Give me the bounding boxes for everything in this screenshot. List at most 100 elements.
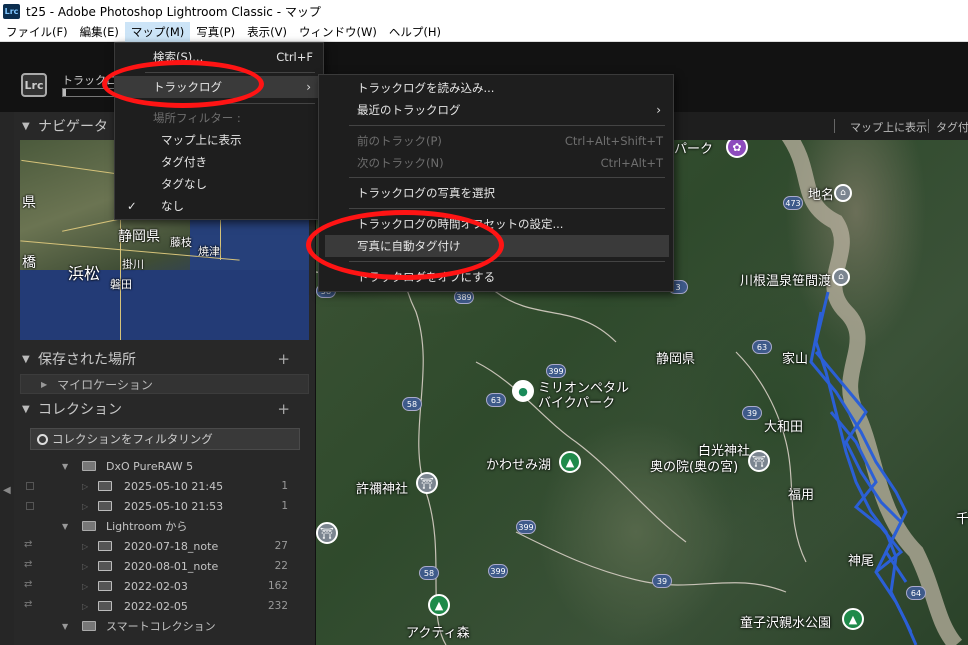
map-label-chi: 千 (956, 512, 968, 527)
park-icon[interactable]: ▲ (559, 451, 581, 473)
collection-row[interactable]: ▷ 2025-05-10 21:45 1 (20, 476, 302, 496)
collection-set-row[interactable]: ▼ DxO PureRAW 5 (20, 456, 302, 476)
menu-item-filter-untagged[interactable]: タグなし (115, 173, 323, 195)
menu-item-filter-tagged[interactable]: タグ付き (115, 151, 323, 173)
add-collection-icon[interactable]: + (277, 400, 290, 418)
park-icon[interactable]: ▲ (842, 608, 864, 630)
sync-icon[interactable]: ⇄ (24, 579, 32, 590)
nav-label-iwata: 磐田 (110, 278, 132, 291)
collection-row[interactable]: ⇄ ▷ 2020-08-01_note 22 (20, 556, 302, 576)
nav-label-hamamatsu: 浜松 (68, 264, 101, 283)
collapsed-triangle-icon: ▷ (82, 481, 89, 491)
collapsed-triangle-icon: ▷ (82, 541, 89, 551)
lightroom-app-icon: Lrc (3, 3, 20, 19)
collection-row[interactable]: ⇄ ▷ 2020-07-18_note 27 (20, 536, 302, 556)
collapsed-triangle-icon: ▷ (82, 501, 89, 511)
menu-item-load-tracklog[interactable]: トラックログを読み込み... (319, 77, 673, 99)
expand-triangle-icon: ▼ (22, 403, 30, 415)
menu-item-location-filter: 場所フィルター : (115, 107, 323, 129)
collection-set-row[interactable]: ▼ Lightroom から (20, 516, 302, 536)
expand-triangle-icon[interactable]: ▼ (62, 462, 68, 471)
collection-icon (98, 501, 112, 511)
menu-item-filter-none[interactable]: ✓ なし (115, 195, 323, 217)
saved-places-header[interactable]: ▼ 保存された場所 + (0, 347, 302, 371)
map-label-park: パーク (674, 142, 714, 157)
station-icon[interactable]: ⌂ (832, 268, 850, 286)
left-panel-toggle[interactable]: ◀ (0, 112, 14, 645)
sync-checkbox[interactable] (26, 502, 34, 510)
collection-row[interactable]: ▷ 2025-05-10 21:53 1 (20, 496, 302, 516)
my-locations-row[interactable]: ▶ マイロケーション (20, 374, 309, 394)
menu-item-search-shortcut: Ctrl+F (276, 50, 313, 64)
menu-item-filter-show-on-map[interactable]: マップ上に表示 (115, 129, 323, 151)
menu-item-recent-tracklogs[interactable]: 最近のトラックログ › (319, 99, 673, 121)
sync-checkbox[interactable] (26, 482, 34, 490)
menu-help[interactable]: ヘルプ(H) (383, 22, 447, 42)
menu-photo[interactable]: 写真(P) (190, 22, 241, 42)
previous-track-shortcut: Ctrl+Alt+Shift+T (564, 134, 663, 148)
collapsed-triangle-icon: ▶ (41, 379, 48, 389)
road-sign-399b: 399 (516, 520, 536, 534)
collection-count: 22 (274, 560, 288, 572)
park-icon[interactable]: ▲ (428, 594, 450, 616)
map-label-chimei: 地名 (808, 188, 835, 203)
collection-icon (98, 601, 112, 611)
sync-icon[interactable]: ⇄ (24, 539, 32, 550)
menu-item-select-tracklog-photos[interactable]: トラックログの写真を選択 (319, 182, 673, 204)
road-sign-39b: 39 (652, 574, 672, 588)
collection-set-name: Lightroom から (106, 520, 188, 533)
show-on-map-filter[interactable]: マップ上に表示 (850, 119, 927, 135)
next-track-shortcut: Ctrl+Alt+T (600, 156, 663, 170)
menu-edit[interactable]: 編集(E) (74, 22, 125, 42)
menu-map[interactable]: マップ(M) (124, 21, 191, 42)
road-sign-63b: 63 (486, 393, 506, 407)
shrine-icon[interactable]: ⛩ (748, 450, 770, 472)
collection-set-icon (82, 461, 96, 471)
road-sign-39: 39 (742, 406, 762, 420)
map-label-okunoin: 奥の院(奥の宮) (650, 460, 739, 475)
collapsed-triangle-icon: ▷ (82, 561, 89, 571)
nav-label-ken: 県 (22, 195, 36, 211)
map-label-doji: 童子沢親水公園 (740, 616, 832, 631)
shrine-icon[interactable]: ⛩ (316, 522, 338, 544)
road-sign-399: 399 (546, 364, 566, 378)
collections-title: コレクション (38, 402, 122, 418)
road-sign-58b: 58 (402, 397, 422, 411)
shrine-icon[interactable]: ⛩ (416, 472, 438, 494)
lrc-logo: Lrc (21, 73, 47, 97)
collection-filter-placeholder: コレクションをフィルタリング (52, 432, 213, 446)
collections-header[interactable]: ▼ コレクション + (0, 397, 302, 421)
collapse-left-icon[interactable]: ◀ (3, 485, 11, 496)
menu-file[interactable]: ファイル(F) (0, 22, 74, 42)
sync-icon[interactable]: ⇄ (24, 599, 32, 610)
collection-icon (98, 581, 112, 591)
collection-name: 2020-08-01_note (124, 559, 219, 573)
sync-icon[interactable]: ⇄ (24, 559, 32, 570)
collection-count: 232 (267, 600, 288, 612)
map-label-kawane: 川根温泉笹間渡 (740, 274, 832, 289)
collection-set-row[interactable]: ▼ スマートコレクション (20, 616, 302, 636)
location-filter-label: 場所フィルター : (153, 111, 241, 125)
map-label-kawasemi: かわせみ湖 (486, 458, 552, 473)
title-bar: Lrc t25 - Adobe Photoshop Lightroom Clas… (0, 0, 968, 22)
expand-triangle-icon[interactable]: ▼ (62, 622, 68, 631)
collection-row[interactable]: ⇄ ▷ 2022-02-03 162 (20, 576, 302, 596)
road-sign-64: 64 (906, 586, 926, 600)
poi-icon[interactable]: ● (512, 380, 534, 402)
collection-filter-input[interactable]: コレクションをフィルタリング (30, 428, 300, 450)
menu-window[interactable]: ウィンドウ(W) (293, 22, 383, 42)
tagged-filter[interactable]: タグ付き (936, 119, 968, 135)
collection-row[interactable]: ⇄ ▷ 2022-02-05 232 (20, 596, 302, 616)
expand-triangle-icon[interactable]: ▼ (62, 522, 68, 531)
filter-untagged-label: タグなし (161, 177, 207, 191)
collection-tree: ▼ DxO PureRAW 5 ▷ 2025-05-10 21:45 1 ▷ 2025-05… (20, 456, 302, 636)
next-track-label: 次のトラック(N) (357, 156, 444, 170)
collection-set-name: DxO PureRAW 5 (106, 459, 194, 473)
collection-name: 2025-05-10 21:45 (124, 479, 224, 493)
collection-name: 2022-02-05 (124, 599, 188, 613)
station-icon[interactable]: ⌂ (834, 184, 852, 202)
window-title: t25 - Adobe Photoshop Lightroom Classic … (26, 4, 321, 19)
add-place-icon[interactable]: + (277, 350, 290, 368)
annotation-circle (306, 210, 504, 280)
menu-view[interactable]: 表示(V) (241, 22, 293, 42)
